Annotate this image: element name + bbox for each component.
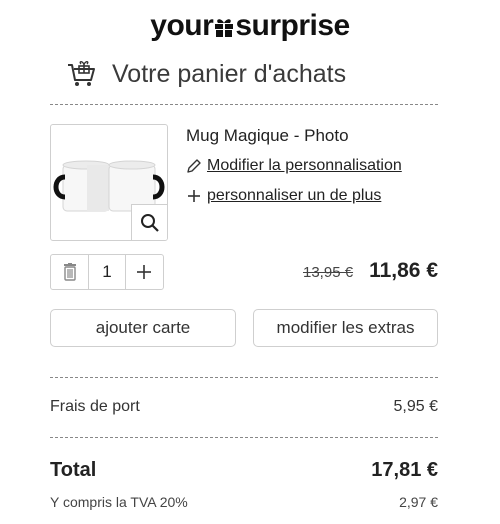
logo-text-left: your [150,9,214,42]
divider [50,437,438,438]
delete-button[interactable] [51,255,88,289]
product-thumbnail[interactable] [50,124,168,241]
shipping-value: 5,95 € [393,398,438,415]
tva-value: 2,97 € [399,494,438,510]
quantity-stepper: 1 [50,254,164,290]
brand-logo[interactable]: your surprise [0,8,500,44]
add-personalization-link[interactable]: personnaliser un de plus [186,187,381,205]
pencil-icon [186,158,202,174]
plus-icon [137,265,152,279]
edit-personalization-link[interactable]: Modifier la personnalisation [186,157,402,175]
discounted-price: 11,86 € [369,259,438,282]
trash-icon [63,263,76,281]
divider [50,377,438,378]
total-label: Total [50,459,97,481]
edit-extras-button[interactable]: modifier les extras [253,309,438,347]
original-price: 13,95 € [303,264,354,281]
shopping-cart-icon [68,61,95,86]
tva-label: Y compris la TVA 20% [50,494,188,510]
magnifier-icon [140,213,159,232]
cart-header: Votre panier d'achats [66,58,346,90]
plus-icon [186,188,202,204]
zoom-button[interactable] [131,204,167,240]
logo-text-right: surprise [235,9,350,42]
shipping-label: Frais de port [50,398,140,415]
total-value: 17,81 € [371,459,438,481]
edit-personalization-label[interactable]: Modifier la personnalisation [207,157,402,175]
product-name: Mug Magique - Photo [186,126,349,145]
page-title: Votre panier d'achats [112,59,347,88]
add-card-button[interactable]: ajouter carte [50,309,236,347]
gift-heart-icon [215,19,234,37]
divider [50,104,438,105]
add-personalization-label[interactable]: personnaliser un de plus [207,187,381,205]
increase-quantity-button[interactable] [126,255,163,289]
quantity-input[interactable]: 1 [88,255,126,289]
